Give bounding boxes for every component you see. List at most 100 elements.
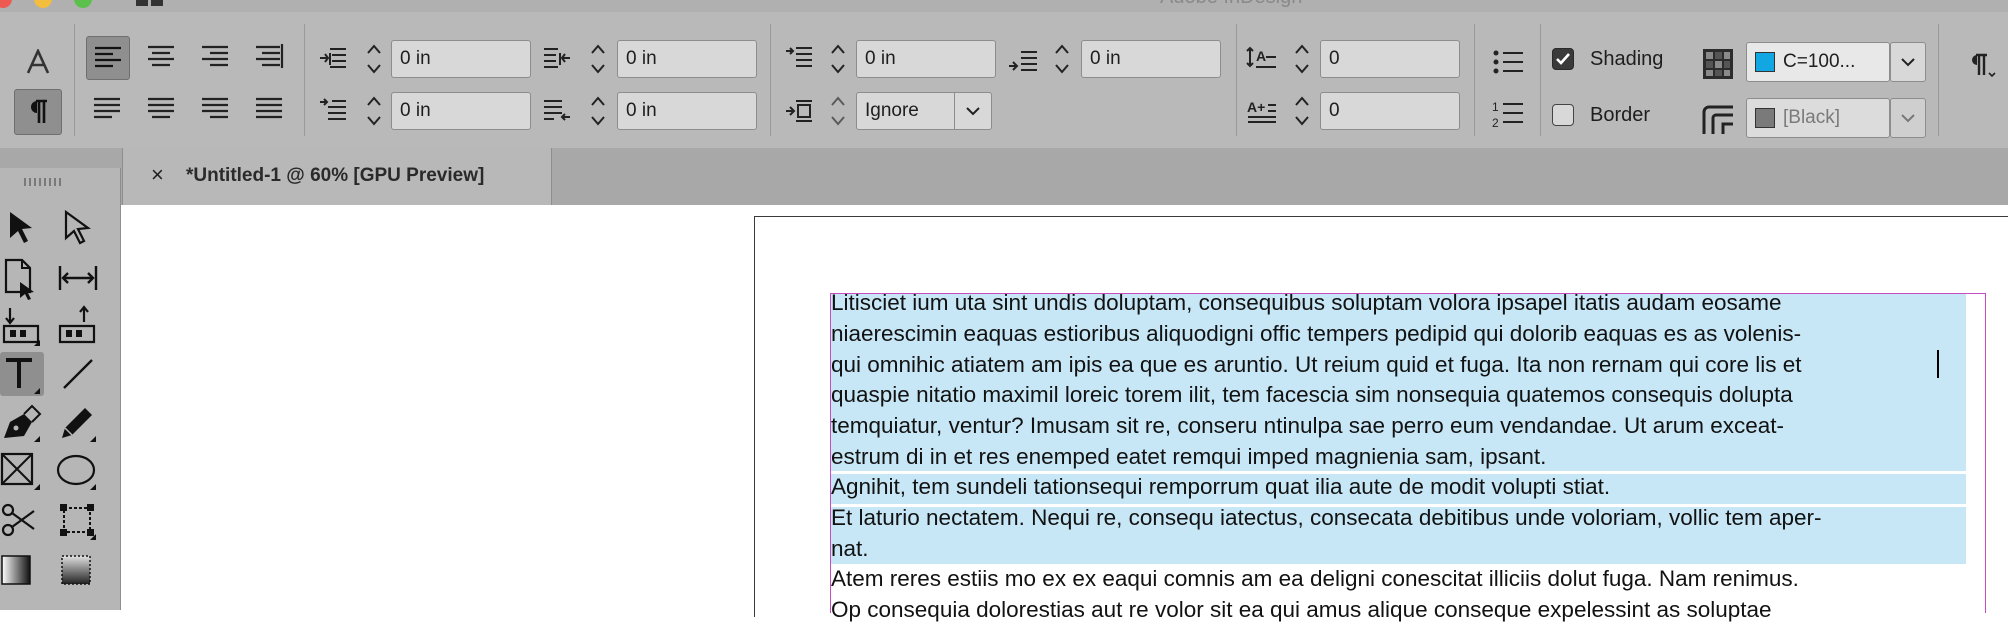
paragraph-formatting-icon[interactable] [14, 89, 62, 135]
last-line-indent-field[interactable]: 0 in [617, 92, 757, 130]
border-color-dropdown[interactable] [1890, 98, 1926, 138]
window-title: Adobe InDesign [1160, 0, 1302, 9]
right-indent-field[interactable]: 0 in [617, 40, 757, 78]
gap-tool-icon[interactable] [56, 256, 100, 300]
right-indent-stepper[interactable] [584, 37, 612, 81]
text-line: Agnihit, tem sundeli tationsequi remporr… [831, 474, 1611, 499]
shading-color-dropdown[interactable] [1890, 42, 1926, 82]
last-line-indent-stepper[interactable] [584, 89, 612, 133]
ellipse-tool-icon[interactable] [56, 448, 100, 492]
align-center-button[interactable] [140, 36, 184, 80]
first-line-indent-stepper[interactable] [360, 89, 388, 133]
first-line-indent-field[interactable]: 0 in [391, 92, 531, 130]
align-to-grid-dropdown[interactable]: Ignore [856, 92, 992, 130]
rectangle-frame-tool-icon[interactable] [0, 448, 44, 492]
space-after-stepper[interactable] [1288, 37, 1316, 81]
tools-panel [0, 168, 121, 610]
align-to-grid-stepper[interactable] [824, 89, 852, 133]
text-line: Op consequia dolorestias aut re volor si… [831, 596, 1772, 622]
content-placer-tool-icon[interactable] [56, 304, 100, 348]
content-collector-tool-icon[interactable] [0, 304, 44, 348]
justify-left-button[interactable] [86, 88, 130, 132]
panel-grip-icon[interactable] [24, 178, 64, 186]
selection-tool-icon[interactable] [0, 206, 44, 250]
close-window-button[interactable] [0, 0, 12, 8]
tool-flyout-icon [34, 484, 40, 490]
type-tool-icon[interactable] [0, 352, 44, 396]
align-toward-spine-button[interactable] [248, 36, 292, 80]
tab-untitled-1[interactable]: × *Untitled-1 @ 60% [GPU Preview] [122, 148, 552, 205]
page-tool-icon[interactable] [0, 256, 44, 300]
gradient-feather-tool-icon[interactable] [56, 548, 100, 592]
shading-grid-icon[interactable] [1700, 46, 1736, 82]
tool-flyout-icon [34, 340, 40, 346]
border-corner-icon[interactable] [1700, 102, 1736, 138]
left-indent-field[interactable]: 0 in [391, 40, 531, 78]
first-line-indent-icon [316, 94, 350, 128]
space-before-stepper[interactable] [824, 37, 852, 81]
left-indent-icon [316, 42, 350, 76]
paragraph-3[interactable]: Et laturio nectatem. Nequi re, consequ i… [831, 503, 1966, 565]
window-title-bar: Adobe InDesign [0, 0, 2008, 12]
minimize-window-button[interactable] [34, 0, 52, 8]
justify-right-button[interactable] [194, 88, 238, 132]
gradient-swatch-tool-icon[interactable] [0, 548, 44, 592]
drop-cap-lines-icon [1004, 46, 1042, 80]
text-line: nat. [831, 535, 869, 561]
drop-cap-characters-stepper[interactable] [1288, 89, 1316, 133]
last-line-right-indent-icon [540, 94, 574, 128]
line-tool-icon[interactable] [56, 352, 100, 396]
pencil-tool-icon[interactable] [56, 400, 100, 444]
justify-center-button[interactable] [140, 88, 184, 132]
space-after-field[interactable]: 0 [1320, 40, 1460, 78]
border-color-field[interactable]: [Black] [1746, 98, 1890, 138]
left-indent-stepper[interactable] [360, 37, 388, 81]
tool-flyout-icon [34, 388, 40, 394]
bulleted-list-icon[interactable] [1488, 44, 1528, 80]
shading-color-field[interactable]: C=100... [1746, 42, 1890, 82]
border-label: Border [1590, 104, 1651, 126]
text-line: niaerescimin eaquas estioribus aliquodig… [831, 320, 1802, 346]
justify-all-button[interactable] [248, 88, 292, 132]
zoom-window-button[interactable] [74, 0, 92, 8]
align-left-button[interactable] [86, 36, 130, 80]
tool-flyout-icon [34, 436, 40, 442]
checkmark-icon [1556, 53, 1570, 65]
document-tab-bar: × *Untitled-1 @ 60% [GPU Preview] [0, 148, 2008, 205]
border-color-chip [1755, 108, 1775, 128]
chevron-down-icon [1891, 43, 1925, 81]
paragraph-menu-icon[interactable] [1962, 46, 2002, 86]
align-right-button[interactable] [194, 36, 238, 80]
drop-cap-characters-field[interactable]: 0 [1320, 92, 1460, 130]
svg-text:A+: A+ [1247, 99, 1265, 115]
tool-flyout-icon [90, 436, 96, 442]
tab-close-icon[interactable]: × [151, 162, 164, 188]
pen-tool-icon[interactable] [0, 400, 44, 444]
scissors-tool-icon[interactable] [0, 498, 44, 542]
text-line: Et laturio nectatem. Nequi re, consequ i… [831, 505, 1822, 530]
paragraph-4[interactable]: Atem reres estiis mo ex ex eaqui comnis … [831, 564, 1966, 626]
workspace-icon[interactable] [136, 0, 164, 8]
align-to-grid-value: Ignore [865, 100, 919, 121]
border-color-name: [Black] [1783, 107, 1841, 128]
character-formatting-icon[interactable] [18, 42, 58, 82]
tab-title: *Untitled-1 @ 60% [GPU Preview] [186, 165, 485, 186]
border-checkbox[interactable] [1552, 104, 1574, 126]
paragraph-1[interactable]: Litisciet ium uta sint undis doluptam, c… [831, 288, 1966, 473]
free-transform-tool-icon[interactable] [56, 498, 100, 542]
paragraph-2[interactable]: Agnihit, tem sundeli tationsequi remporr… [831, 472, 1966, 503]
numbered-list-icon[interactable]: 12 [1488, 96, 1528, 132]
space-before-field[interactable]: 0 in [856, 40, 996, 78]
text-line: qui omnihic atiatem am ipis ea que es ar… [831, 351, 1802, 377]
drop-cap-lines-field[interactable]: 0 in [1081, 40, 1221, 78]
svg-text:1: 1 [1492, 100, 1499, 114]
chevron-down-icon [1891, 99, 1925, 137]
drop-cap-lines-stepper[interactable] [1048, 37, 1076, 81]
direct-selection-tool-icon[interactable] [56, 206, 100, 250]
paragraph-control-panel: 0 in 0 in 0 in 0 in 0 in 0 in Ignore A 0… [0, 12, 2008, 149]
text-line: quaspie nitatio maximil loreic torem ili… [831, 382, 1793, 408]
shading-checkbox[interactable] [1552, 48, 1574, 70]
shading-color-name: C=100... [1783, 51, 1856, 72]
text-line: temquiatur, ventur? Imusam sit re, conse… [831, 413, 1784, 439]
tool-flyout-icon [90, 484, 96, 490]
